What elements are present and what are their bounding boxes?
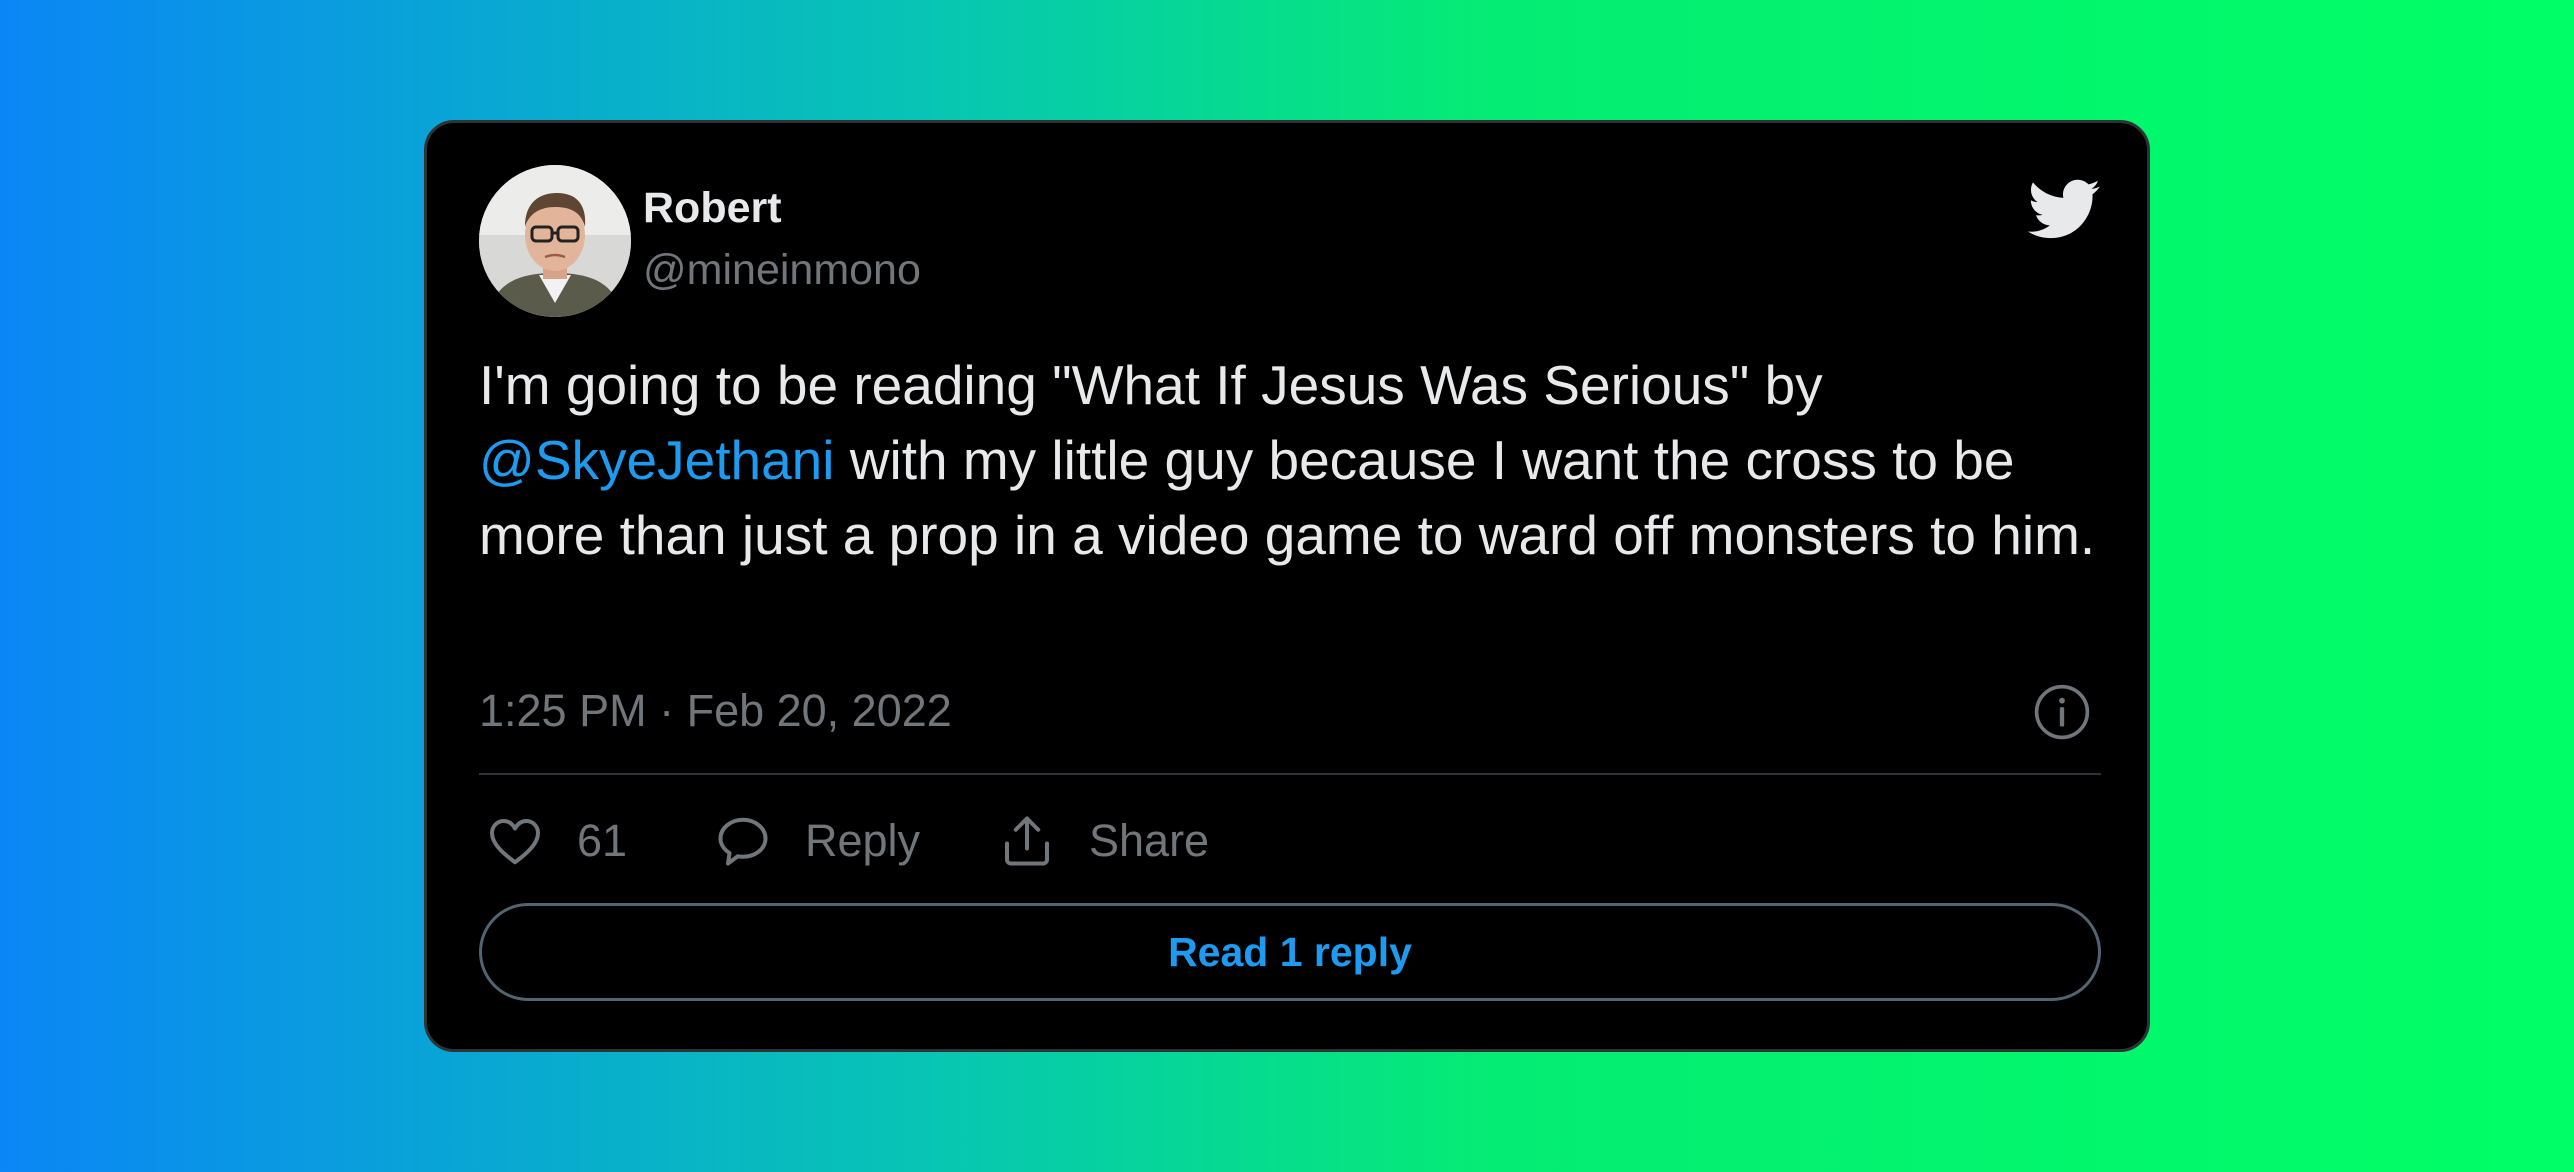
tweet-card: Robert @mineinmono I'm going to be readi… (424, 120, 2150, 1052)
author-handle[interactable]: @mineinmono (643, 243, 921, 297)
tweet-text-start: I'm going to be reading "What If Jesus W… (479, 354, 1823, 416)
reply-label: Reply (805, 815, 921, 866)
reply-button[interactable]: Reply (713, 805, 920, 877)
read-replies-label: Read 1 reply (1168, 928, 1412, 975)
divider (479, 773, 2101, 775)
share-upload-icon (1005, 816, 1049, 866)
info-icon[interactable] (2033, 683, 2091, 741)
share-label: Share (1089, 815, 1210, 866)
author-display-name[interactable]: Robert (643, 181, 782, 235)
like-button[interactable]: 61 (485, 805, 627, 877)
avatar-photo (479, 165, 631, 317)
like-count: 61 (577, 815, 628, 866)
mention-link[interactable]: @SkyeJethani (479, 429, 834, 491)
heart-icon (490, 819, 540, 865)
speech-bubble-icon (718, 817, 768, 866)
twitter-bird-icon[interactable] (2025, 171, 2101, 247)
tweet-timestamp[interactable]: 1:25 PM · Feb 20, 2022 (479, 681, 952, 741)
share-button[interactable]: Share (997, 805, 1209, 877)
avatar[interactable] (479, 165, 631, 317)
tweet-text: I'm going to be reading "What If Jesus W… (479, 348, 2119, 573)
read-replies-button[interactable]: Read 1 reply (479, 903, 2101, 1001)
